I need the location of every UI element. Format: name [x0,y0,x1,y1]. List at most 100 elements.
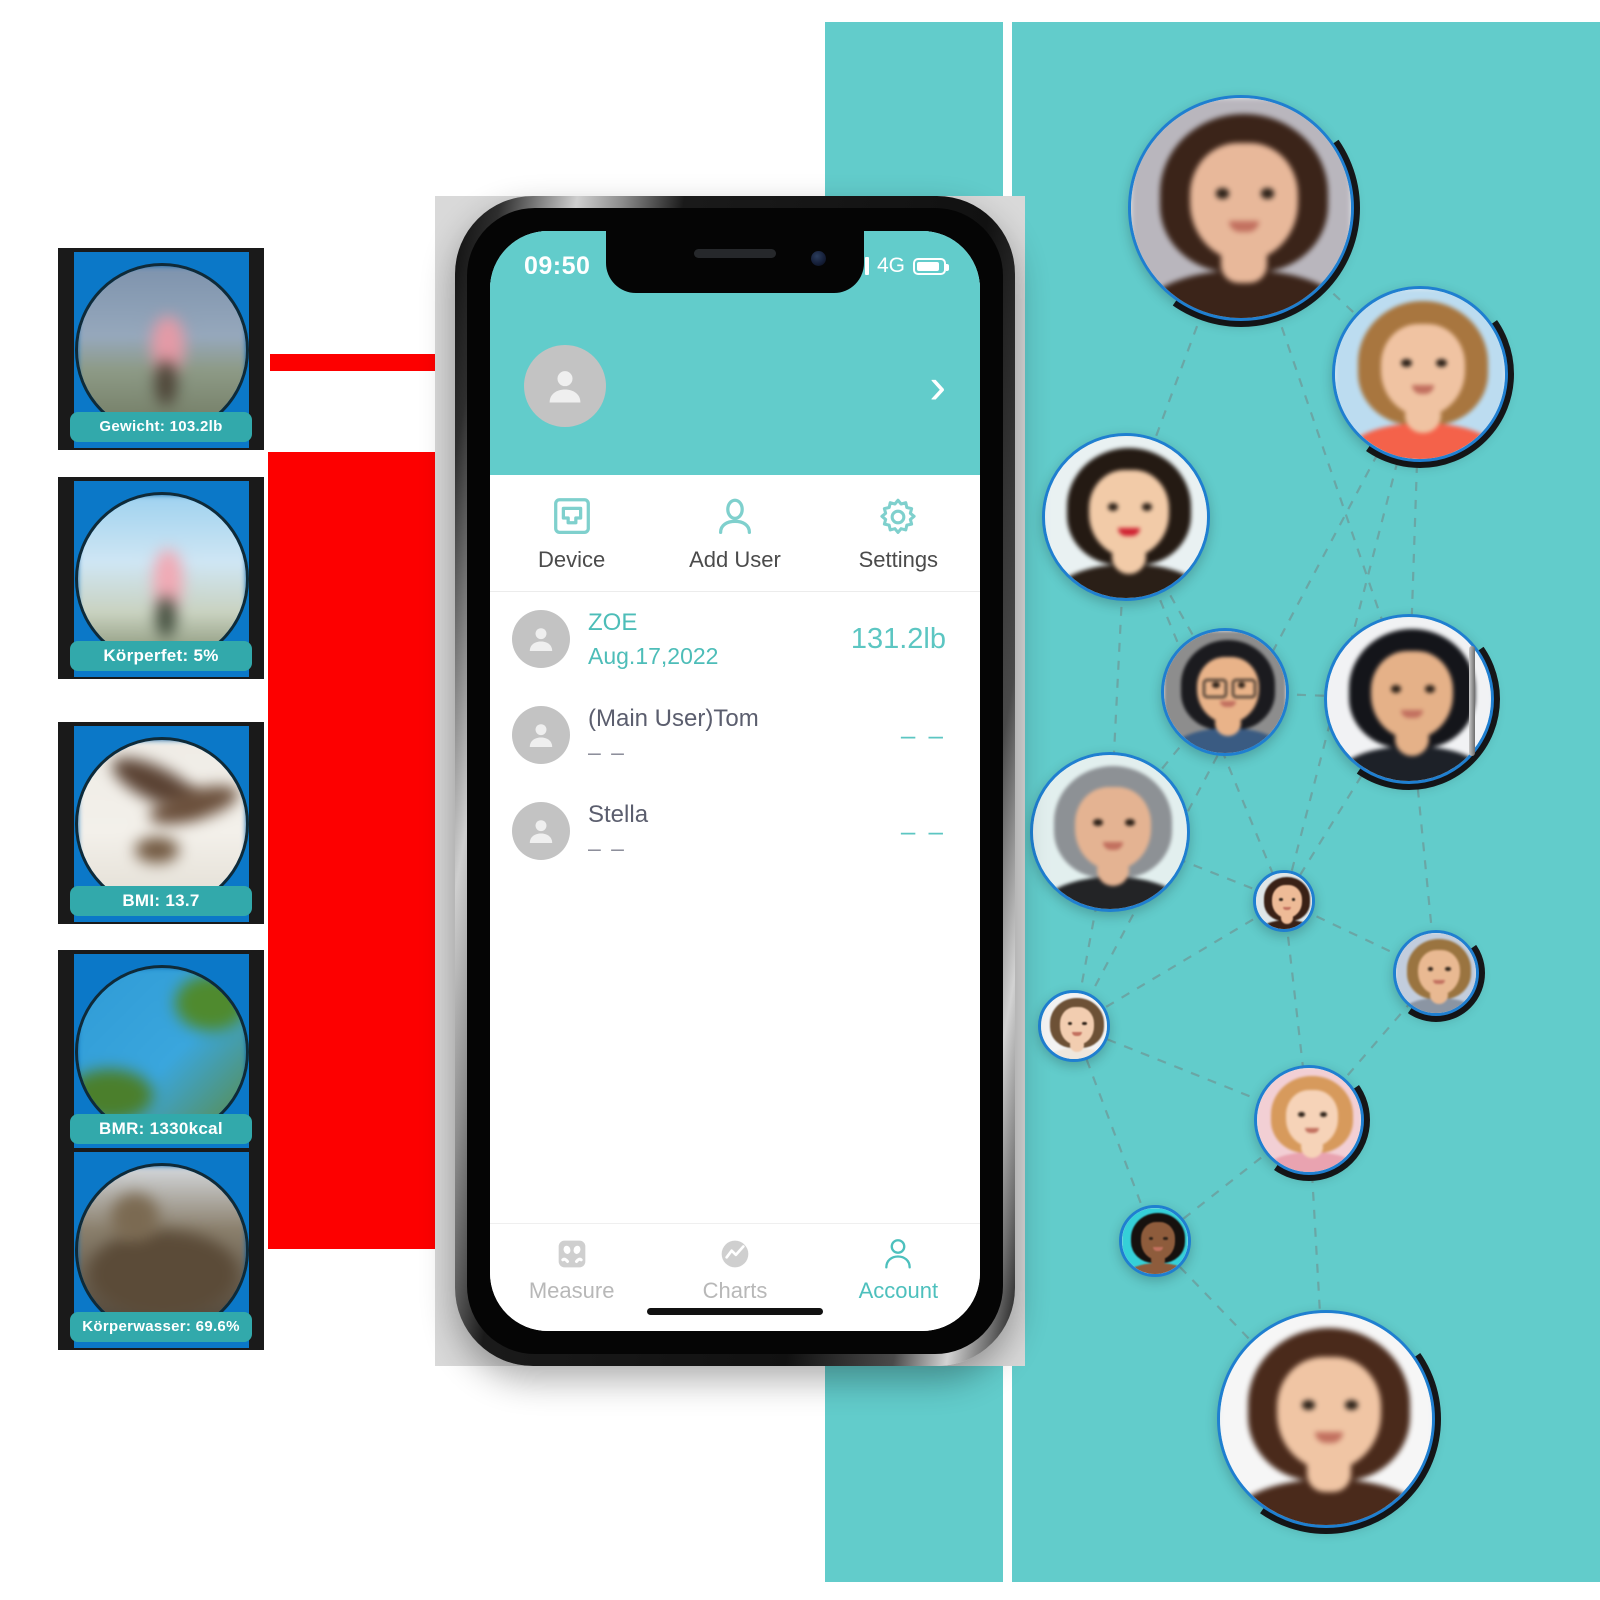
user-name: ZOE [588,608,638,636]
tab-charts[interactable]: Charts [653,1234,816,1304]
metric-photo-circle [74,263,249,437]
tab-measure[interactable]: Measure [490,1234,653,1304]
avatar-face [1033,755,1187,909]
chevron-right-icon[interactable]: › [929,361,946,411]
avatar-ring [1161,628,1289,756]
avatar-face [1256,873,1312,929]
user-network-graphic [1000,0,1600,1600]
metric-card-bmr: BMR: 1330kcal [58,950,264,1152]
avatar-ring [1332,286,1508,462]
user-text: (Main User)Tom – – [588,705,759,766]
man-glasses-smiling-avatar[interactable] [1161,628,1289,756]
metric-photo-circle [74,965,249,1139]
woman-wavy-hair-portrait-avatar[interactable] [1211,1304,1441,1534]
user-list-item[interactable]: Stella – – – – [490,783,980,879]
person-outline-icon [718,498,751,534]
metric-card-bmi: BMI: 13.7 [58,722,264,924]
user-name: (Main User)Tom [588,704,759,732]
metric-badge-weight: Gewicht: 103.2lb [70,412,252,442]
avatar-face [1122,1208,1188,1274]
user-text: ZOE Aug.17,2022 [588,609,718,670]
earpiece-speaker [694,249,776,258]
metric-card-body_fat: Körperfet: 5% [58,477,264,679]
avatar-ring [1393,930,1479,1016]
person-placeholder-icon [529,628,553,651]
avatar-ring [1217,1310,1435,1528]
avatar-ring [1128,95,1354,321]
quick-action-label: Settings [858,546,939,572]
woman-brunette-smiling-avatar[interactable] [1122,89,1360,327]
man-beard-avatar[interactable] [1387,924,1485,1022]
device-port-icon [553,497,590,534]
person-placeholder-icon [549,371,581,403]
avatar [512,706,570,764]
status-time: 09:50 [524,251,591,280]
gear-icon [880,498,916,534]
user-weight: 131.2lb [850,622,946,655]
girl-pink-headband-avatar[interactable] [1248,1059,1370,1181]
user-name: Stella [588,800,649,828]
avatar-face [1327,617,1491,781]
woman-red-lips-avatar[interactable] [1042,433,1210,601]
user-weight: – – [900,815,946,846]
phone-bezel: 09:50 4G › Device Add User Settings ZOE … [467,208,1003,1354]
user-text: Stella – – [588,801,648,862]
girl-bob-haircut-avatar[interactable] [1038,990,1110,1062]
metric-card-weight: Gewicht: 103.2lb [58,248,264,450]
avatar-face [1041,993,1107,1059]
avatar [512,802,570,860]
metric-photo-image [77,968,246,1136]
metric-badge-body_fat: Körperfet: 5% [70,641,252,671]
quick-action-settings[interactable]: Settings [817,494,980,573]
quick-action-device[interactable]: Device [490,494,653,573]
metric-photo-circle [74,1163,249,1337]
metric-photo-circle [74,492,249,666]
user-list: ZOE Aug.17,2022 131.2lb (Main User)Tom – – – … [490,591,980,879]
avatar-face [1396,933,1476,1013]
avatar-ring [1030,752,1190,912]
annotation-red-block [268,452,458,1249]
avatar-ring [1038,990,1110,1062]
avatar-ring [1042,433,1210,601]
user-subtext: Aug.17,2022 [588,642,719,669]
avatar [512,610,570,668]
user-subtext: – – [588,738,626,765]
network-type-label: 4G [876,254,905,277]
tab-account[interactable]: Account [817,1234,980,1304]
woman-long-hair-small-avatar[interactable] [1253,870,1315,932]
metric-badge-bmi: BMI: 13.7 [70,886,252,916]
notch [606,231,864,293]
user-weight: – – [900,719,946,750]
person-placeholder-icon [529,724,553,747]
quick-action-row: Device Add User Settings [490,475,980,592]
chart-line-icon [721,1240,749,1268]
home-indicator[interactable] [647,1308,823,1315]
avatar-face [1335,289,1505,459]
avatar-face [1220,1313,1432,1525]
front-camera-icon [811,251,826,266]
metric-photo-image [77,495,246,663]
scale-icon [558,1240,585,1268]
person-icon [885,1239,912,1269]
woman-afro-smiling-avatar[interactable] [1119,1205,1191,1277]
profile-avatar[interactable] [524,345,606,427]
composite-scene: Gewicht: 103.2lb Körperfet: 5% BMI: 13.7 BM… [0,0,1600,1600]
power-button[interactable] [1469,646,1475,756]
avatar-face [1164,631,1286,753]
phone-screen: 09:50 4G › Device Add User Settings ZOE … [490,231,980,1331]
metric-badge-bmr: BMR: 1330kcal [70,1114,252,1144]
metric-photo-image [77,1166,246,1334]
avatar-face [1257,1068,1361,1172]
avatar-face [1045,436,1207,598]
quick-action-add-user[interactable]: Add User [653,494,816,573]
person-placeholder-icon [529,820,553,843]
tab-label: Account [858,1278,939,1303]
user-list-item[interactable]: (Main User)Tom – – – – [490,687,980,783]
metric-photo-image [77,740,246,908]
user-subtext: – – [588,834,626,861]
boy-curly-laughing-avatar[interactable] [1326,280,1514,468]
quick-action-label: Add User [689,546,781,572]
metric-badge-body_water: Körperwasser: 69.6% [70,1312,252,1342]
older-man-grey-hair-avatar[interactable] [1030,752,1190,912]
user-list-item[interactable]: ZOE Aug.17,2022 131.2lb [490,591,980,687]
